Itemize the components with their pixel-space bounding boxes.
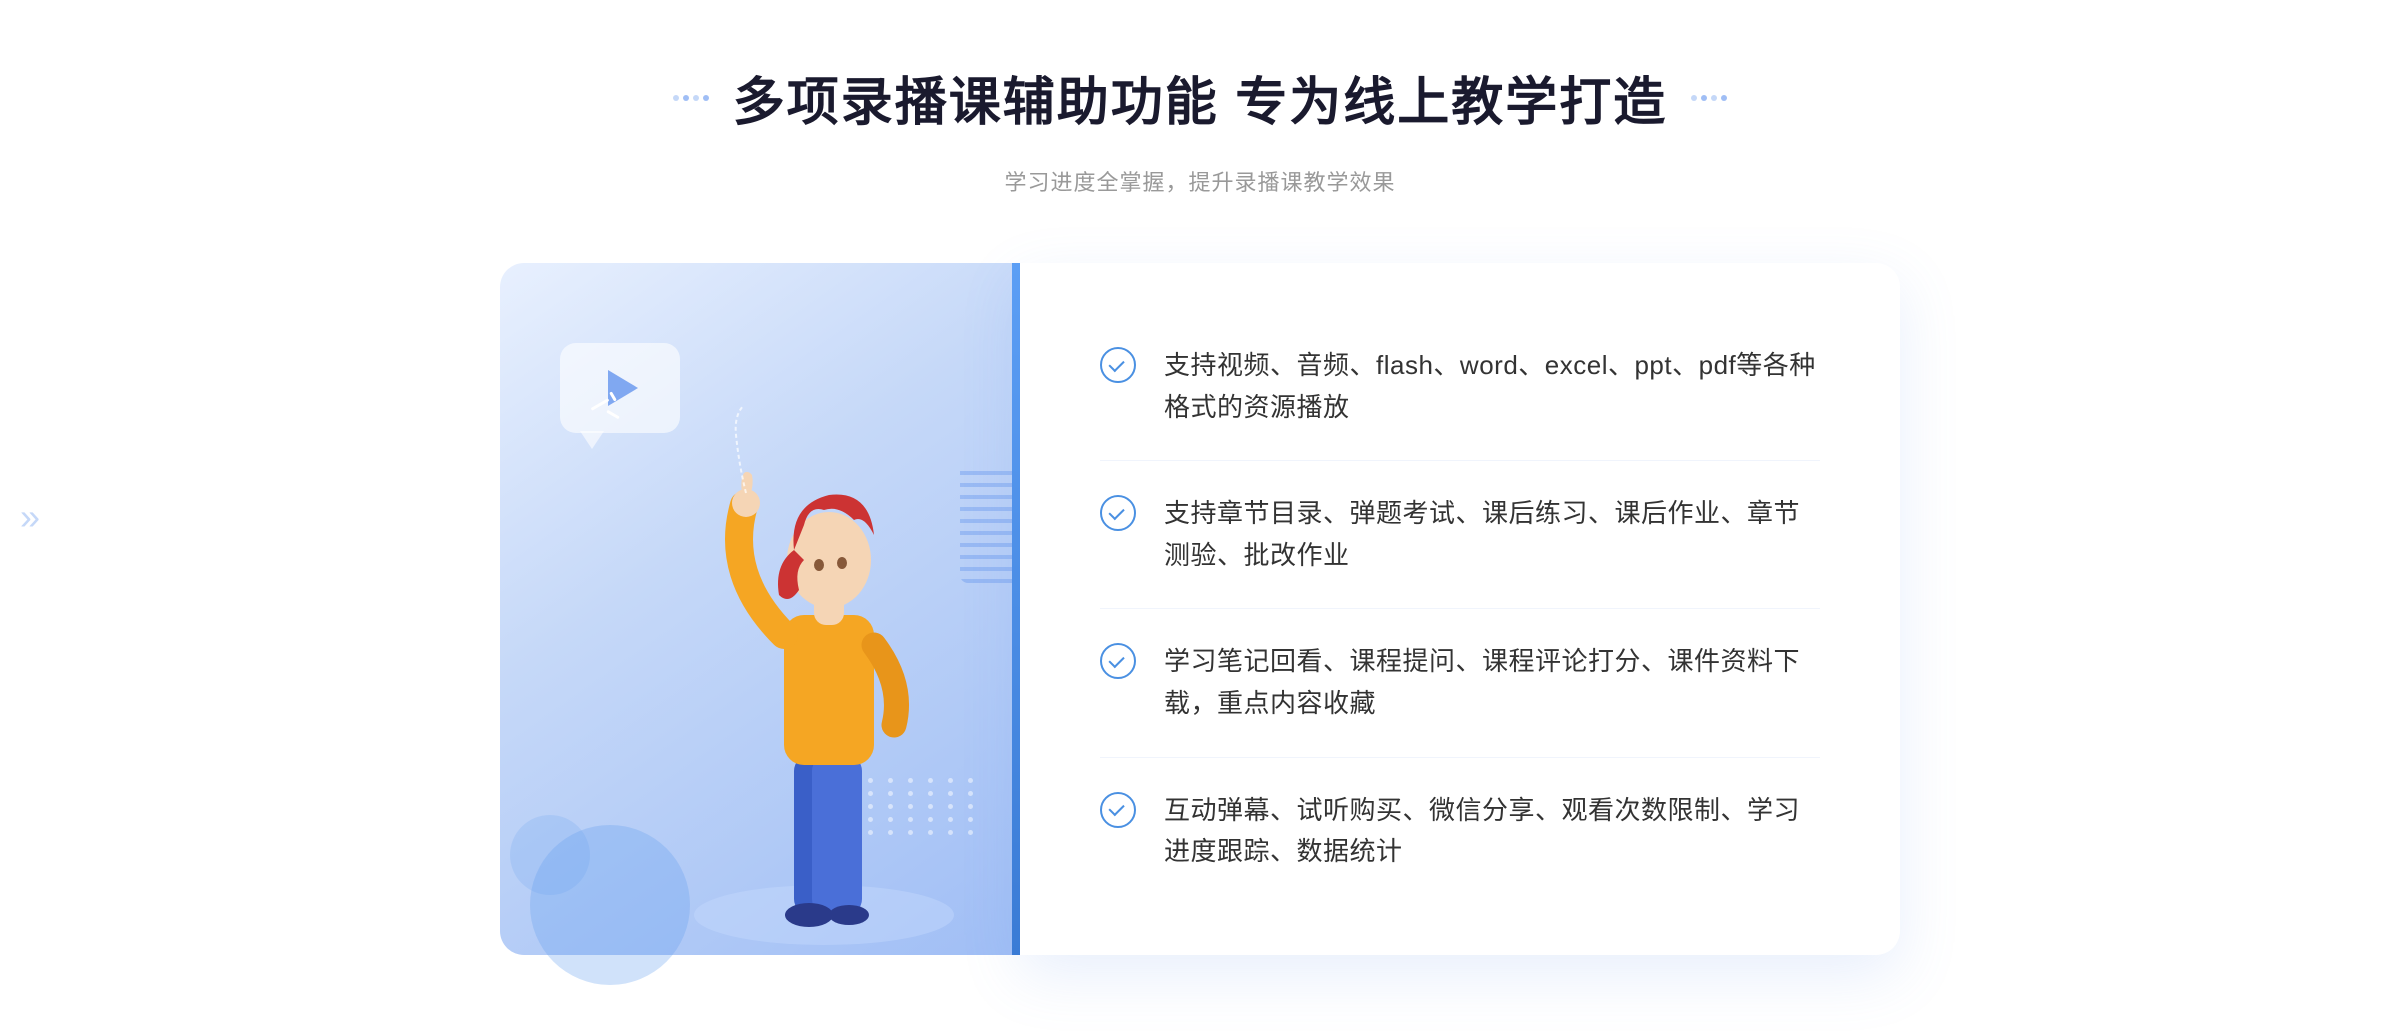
header-dot	[1701, 95, 1707, 101]
page-title: 多项录播课辅助功能 专为线上教学打造	[733, 60, 1667, 135]
left-chevron-icon: »	[20, 499, 40, 535]
header-dot	[673, 95, 679, 101]
panel-tab	[1012, 263, 1020, 955]
check-circle	[1100, 495, 1136, 531]
check-icon-2	[1100, 495, 1136, 531]
header-dot	[703, 95, 709, 101]
feature-item: 支持章节目录、弹题考试、课后练习、课后作业、章节测验、批改作业	[1100, 461, 1820, 609]
page-wrapper: » 多项录播课辅助功能 专为线上教学打造 学习进度全掌握，提升录播课教学效果	[0, 0, 2400, 1035]
side-arrows: »	[20, 499, 40, 535]
illustration-panel: // Will be rendered via CSS grid filled …	[500, 263, 1020, 955]
header-dot	[693, 95, 699, 101]
play-icon	[608, 370, 638, 406]
content-area: // Will be rendered via CSS grid filled …	[500, 263, 1900, 955]
page-header: 多项录播课辅助功能 专为线上教学打造	[673, 60, 1727, 135]
header-dots-left	[673, 95, 709, 101]
header-dot	[1721, 95, 1727, 101]
feature-item: 互动弹幕、试听购买、微信分享、观看次数限制、学习进度跟踪、数据统计	[1100, 758, 1820, 905]
feature-text-2: 支持章节目录、弹题考试、课后练习、课后作业、章节测验、批改作业	[1164, 493, 1820, 576]
check-icon-3	[1100, 643, 1136, 679]
header-dots-right	[1691, 95, 1727, 101]
feature-text-4: 互动弹幕、试听购买、微信分享、观看次数限制、学习进度跟踪、数据统计	[1164, 790, 1820, 873]
check-icon-4	[1100, 792, 1136, 828]
header-dot	[1711, 95, 1717, 101]
feature-text-1: 支持视频、音频、flash、word、excel、ppt、pdf等各种格式的资源…	[1164, 345, 1820, 428]
circle-decoration-small	[510, 815, 590, 895]
info-panel: 支持视频、音频、flash、word、excel、ppt、pdf等各种格式的资源…	[1020, 263, 1900, 955]
header-dot	[683, 95, 689, 101]
feature-item: 学习笔记回看、课程提问、课程评论打分、课件资料下载，重点内容收藏	[1100, 609, 1820, 757]
feature-item: 支持视频、音频、flash、word、excel、ppt、pdf等各种格式的资源…	[1100, 313, 1820, 461]
human-figure	[664, 375, 984, 955]
play-bubble	[560, 343, 680, 433]
feature-text-3: 学习笔记回看、课程提问、课程评论打分、课件资料下载，重点内容收藏	[1164, 641, 1820, 724]
header-dot	[1691, 95, 1697, 101]
page-subtitle: 学习进度全掌握，提升录播课教学效果	[1004, 165, 1395, 197]
check-icon-1	[1100, 347, 1136, 383]
check-circle	[1100, 347, 1136, 383]
check-circle	[1100, 643, 1136, 679]
check-circle	[1100, 792, 1136, 828]
